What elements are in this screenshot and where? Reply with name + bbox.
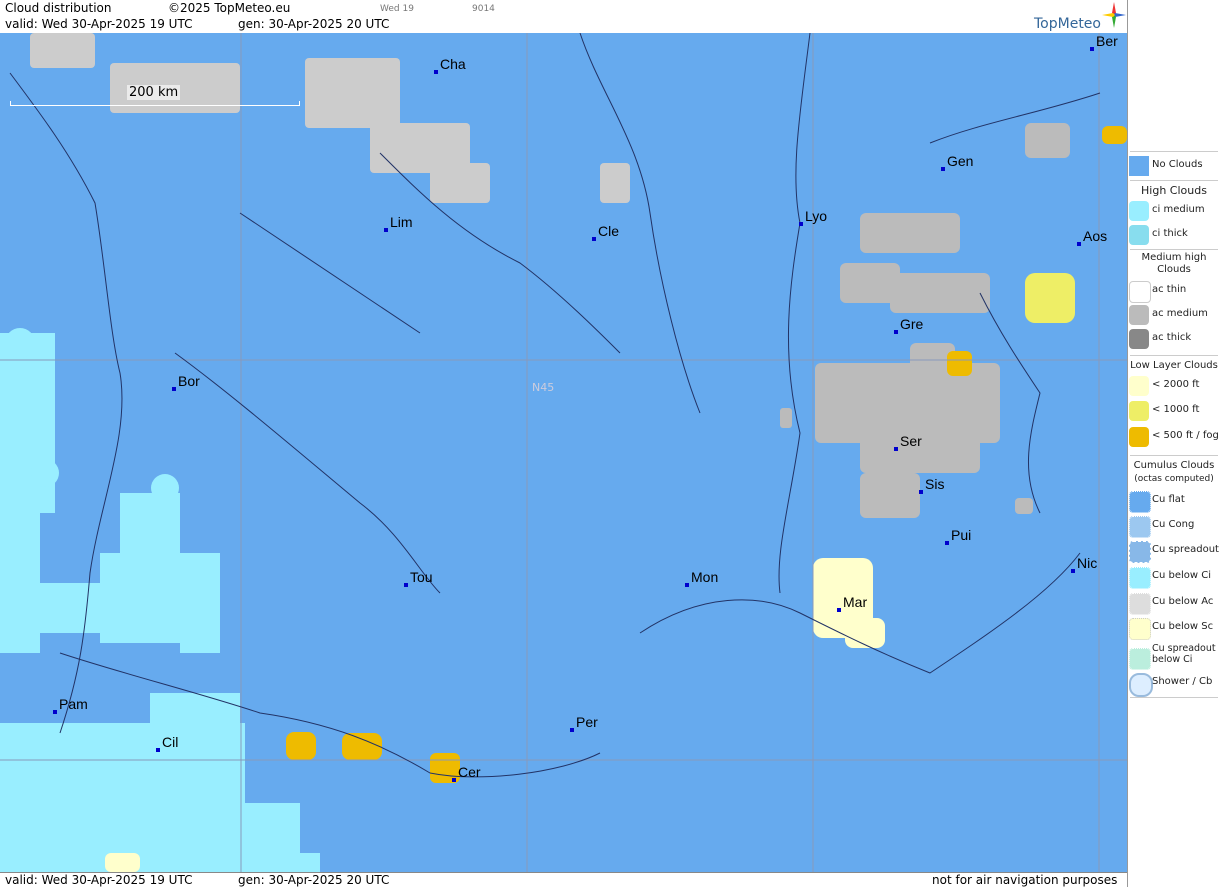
legend-cu-spread-below-ci: Cu spreadout below Ci xyxy=(1128,643,1219,673)
legend-low-2000: < 2000 ft xyxy=(1128,374,1219,398)
run-id: 9014 xyxy=(472,4,495,14)
copyright: ©2025 TopMeteo.eu xyxy=(168,1,291,15)
ac-thick-swatch-icon xyxy=(1129,329,1149,349)
legend-cu-below-ac: Cu below Ac xyxy=(1128,591,1219,615)
cu-spreadout-swatch-icon xyxy=(1129,541,1151,563)
ci-medium-swatch-icon xyxy=(1129,201,1149,221)
cu-spread-below-ci-swatch-icon xyxy=(1129,648,1151,670)
scale-label: 200 km xyxy=(127,85,181,100)
cloud-map[interactable]: 200 km N45 Cha Ber Gen Lim Cle Lyo Aos G… xyxy=(0,33,1127,872)
ac-thin-swatch-icon xyxy=(1129,281,1151,303)
map-header: Cloud distribution ©2025 TopMeteo.eu Wed… xyxy=(0,0,1127,34)
cu-below-ac-area-north xyxy=(30,33,630,203)
legend-cumulus-note: (octas computed) xyxy=(1134,474,1214,484)
ac-medium-swatch-icon xyxy=(1129,305,1149,325)
latitude-label: N45 xyxy=(532,381,555,394)
legend-group-low: Low Layer Clouds xyxy=(1130,360,1218,371)
scale-bar xyxy=(10,101,300,106)
legend-cu-below-ci: Cu below Ci xyxy=(1128,565,1219,589)
legend-ac-medium: ac medium xyxy=(1128,303,1219,327)
shower-cb-swatch-icon xyxy=(1129,673,1153,697)
footer-disclaimer: not for air navigation purposes xyxy=(932,873,1118,887)
legend-ac-thick: ac thick xyxy=(1128,327,1219,351)
brand-logo-text: TopMeteo xyxy=(1034,16,1101,32)
legend-no-clouds: No Clouds xyxy=(1128,154,1219,178)
legend-group-high: High Clouds xyxy=(1141,184,1207,197)
ac-cloud-area-east xyxy=(780,123,1070,518)
compass-logo-icon xyxy=(1102,2,1126,28)
legend-cu-cong: Cu Cong xyxy=(1128,514,1219,538)
legend-ci-thick: ci thick xyxy=(1128,223,1219,247)
legend-shower-cb: Shower / Cb xyxy=(1128,671,1219,697)
map-title: Cloud distribution xyxy=(5,1,112,15)
cu-below-ci-swatch-icon xyxy=(1129,567,1151,589)
no-clouds-swatch-icon xyxy=(1129,156,1149,176)
valid-time: valid: Wed 30-Apr-2025 19 UTC xyxy=(5,17,193,31)
legend-cu-spreadout: Cu spreadout xyxy=(1128,539,1219,563)
generated-time: gen: 30-Apr-2025 20 UTC xyxy=(238,17,390,31)
cu-below-ac-swatch-icon xyxy=(1129,593,1151,615)
cloud-legend: No Clouds High Clouds ci medium ci thick… xyxy=(1127,0,1219,887)
cu-cong-swatch-icon xyxy=(1129,516,1151,538)
legend-cu-below-sc: Cu below Sc xyxy=(1128,616,1219,640)
cu-flat-swatch-icon xyxy=(1129,491,1151,513)
low-1000-swatch-icon xyxy=(1129,401,1149,421)
legend-ci-medium: ci medium xyxy=(1128,199,1219,223)
legend-low-1000: < 1000 ft xyxy=(1128,399,1219,423)
low-500-swatch-icon xyxy=(1129,427,1149,447)
footer-generated: gen: 30-Apr-2025 20 UTC xyxy=(238,873,390,887)
ci-cloud-area-west xyxy=(0,328,320,872)
footer-valid: valid: Wed 30-Apr-2025 19 UTC xyxy=(5,873,193,887)
legend-group-cumulus: Cumulus Clouds xyxy=(1133,460,1215,471)
cu-below-sc-swatch-icon xyxy=(1129,618,1151,640)
ci-thick-swatch-icon xyxy=(1129,225,1149,245)
low-2000-swatch-icon xyxy=(1129,376,1149,396)
legend-group-medium: Medium high Clouds xyxy=(1141,252,1207,275)
map-footer: valid: Wed 30-Apr-2025 19 UTC gen: 30-Ap… xyxy=(0,872,1127,888)
run-code: Wed 19 xyxy=(380,4,414,14)
legend-cu-flat: Cu flat xyxy=(1128,489,1219,513)
legend-low-500: < 500 ft / fog xyxy=(1128,425,1219,449)
legend-ac-thin: ac thin xyxy=(1128,279,1219,303)
